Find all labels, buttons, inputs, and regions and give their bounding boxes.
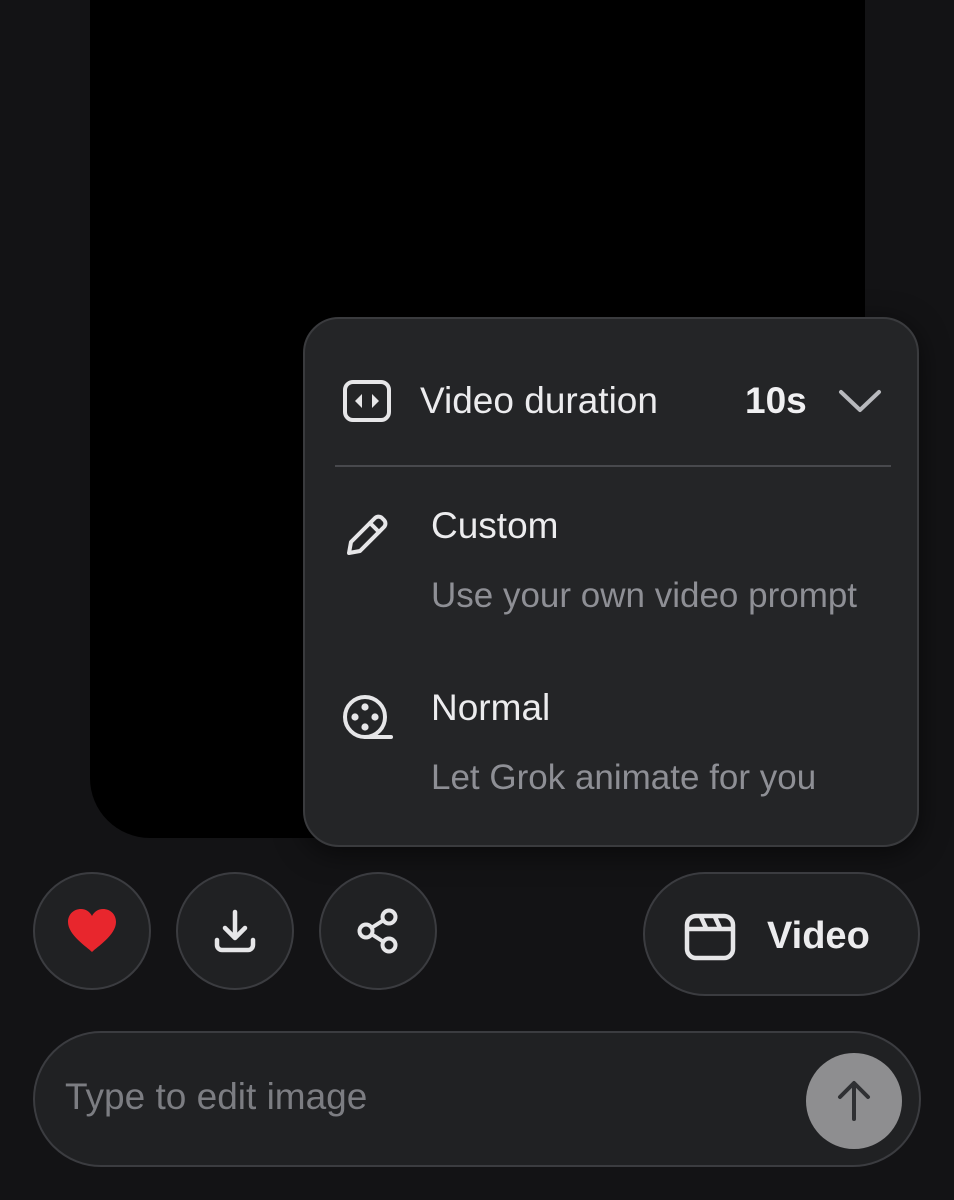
video-duration-value[interactable]: 10s xyxy=(745,379,807,423)
chevron-down-icon[interactable] xyxy=(837,383,883,419)
download-icon xyxy=(214,909,256,953)
option-custom[interactable]: Custom Use your own video prompt xyxy=(305,499,917,649)
arrow-up-icon xyxy=(838,1081,870,1121)
video-options-menu: Video duration 10s Custom Use your own v… xyxy=(303,317,919,847)
menu-divider xyxy=(335,465,891,467)
share-icon xyxy=(357,908,398,954)
prompt-bar xyxy=(33,1031,921,1167)
clapperboard-icon xyxy=(684,913,736,961)
edit-image-input[interactable] xyxy=(65,1069,785,1125)
heart-icon xyxy=(68,909,116,952)
option-normal-description: Let Grok animate for you xyxy=(431,758,817,797)
option-normal-title: Normal xyxy=(431,687,551,728)
share-button[interactable] xyxy=(319,872,437,990)
pencil-icon xyxy=(347,514,388,555)
send-button[interactable] xyxy=(806,1053,902,1149)
download-button[interactable] xyxy=(176,872,294,990)
duration-icon xyxy=(343,380,391,422)
option-custom-title: Custom xyxy=(431,505,559,546)
video-button[interactable]: Video xyxy=(643,872,920,996)
video-duration-label: Video duration xyxy=(420,380,658,421)
film-reel-icon xyxy=(343,695,393,739)
video-duration-row[interactable]: Video duration 10s xyxy=(305,365,917,437)
video-button-label: Video xyxy=(767,915,870,957)
like-button[interactable] xyxy=(33,872,151,990)
option-custom-description: Use your own video prompt xyxy=(431,576,858,615)
option-normal[interactable]: Normal Let Grok animate for you xyxy=(305,681,917,831)
